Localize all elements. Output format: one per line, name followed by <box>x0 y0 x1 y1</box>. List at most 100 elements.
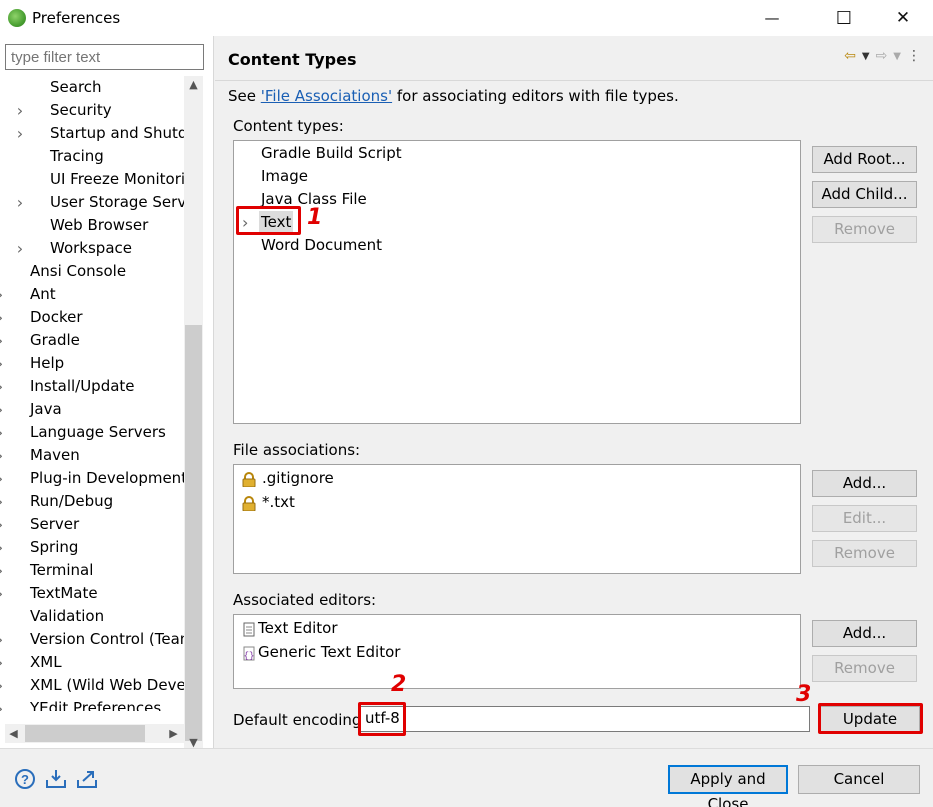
remove-content-type-button[interactable]: Remove <box>812 216 917 243</box>
lock-icon <box>242 471 256 488</box>
scroll-right-icon[interactable]: ▶ <box>165 725 182 742</box>
expand-chevron-icon[interactable]: › <box>0 490 6 513</box>
description: See 'File Associations' for associating … <box>228 87 679 105</box>
view-menu-icon[interactable]: ⋮ <box>907 48 921 64</box>
expand-chevron-icon[interactable]: › <box>14 99 26 122</box>
tree-item-label: Docker <box>30 308 83 326</box>
svg-text:{}: {} <box>244 651 255 661</box>
tree-item-label: Server <box>30 515 80 533</box>
expand-chevron-icon[interactable]: › <box>0 697 6 711</box>
import-icon[interactable] <box>45 768 67 790</box>
editor-label: Generic Text Editor <box>258 643 401 661</box>
expand-chevron-icon[interactable]: › <box>0 421 6 444</box>
expand-chevron-icon[interactable]: › <box>0 444 6 467</box>
annotation-number-2: 2 <box>391 672 407 697</box>
tree-item-label: Validation <box>30 607 105 625</box>
help-icon[interactable]: ? <box>14 768 36 790</box>
export-icon[interactable] <box>76 768 98 790</box>
expand-chevron-icon[interactable]: › <box>0 352 6 375</box>
tree-item-label: Run/Debug <box>30 492 114 510</box>
expand-chevron-icon[interactable]: › <box>0 306 6 329</box>
annotation-number-1: 1 <box>307 205 323 230</box>
expand-chevron-icon[interactable]: › <box>0 513 6 536</box>
filter-input[interactable] <box>5 44 204 70</box>
description-prefix: See <box>228 87 261 105</box>
tree-horizontal-scrollbar[interactable]: ◀ ▶ <box>5 724 184 743</box>
tree-vertical-scrollbar[interactable]: ▲ ▼ <box>184 76 203 751</box>
tree-item-label: Maven <box>30 446 80 464</box>
expand-chevron-icon[interactable]: › <box>0 398 6 421</box>
tree-item-label: Security <box>50 101 112 119</box>
file-association-label: *.txt <box>262 493 295 511</box>
tree-item-label: TextMate <box>30 584 98 602</box>
window-title: Preferences <box>32 9 121 27</box>
tree-item-label: Plug-in Development <box>30 469 184 487</box>
title-separator <box>215 80 933 81</box>
generic-editor-icon: {} <box>242 645 256 661</box>
svg-text:?: ? <box>21 772 29 787</box>
minimize-button[interactable]: — <box>749 0 795 36</box>
default-encoding-label: Default encoding: <box>233 711 367 729</box>
remove-editor-button[interactable]: Remove <box>812 655 917 682</box>
scroll-left-icon[interactable]: ◀ <box>5 725 22 742</box>
maximize-button[interactable]: ☐ <box>821 0 867 36</box>
add-file-association-button[interactable]: Add... <box>812 470 917 497</box>
remove-file-association-button[interactable]: Remove <box>812 540 917 567</box>
file-associations-label: File associations: <box>233 441 361 459</box>
expand-chevron-icon[interactable]: › <box>0 628 6 651</box>
close-button[interactable]: ✕ <box>880 0 926 36</box>
tree-item-label: Install/Update <box>30 377 135 395</box>
content-type-label: Gradle Build Script <box>261 144 402 162</box>
forward-dropdown-icon[interactable]: ▼ <box>893 51 901 62</box>
associated-editors-list[interactable]: Text Editor {} Generic Text Editor <box>233 614 801 689</box>
tree-item-label: YEdit Preferences <box>30 699 162 711</box>
expand-chevron-icon[interactable]: › <box>0 651 6 674</box>
add-root-button[interactable]: Add Root... <box>812 146 917 173</box>
description-suffix: for associating editors with file types. <box>392 87 679 105</box>
expand-chevron-icon[interactable]: › <box>0 674 6 697</box>
expand-chevron-icon[interactable]: › <box>0 329 6 352</box>
edit-file-association-button[interactable]: Edit... <box>812 505 917 532</box>
file-associations-link[interactable]: 'File Associations' <box>261 87 392 105</box>
scroll-thumb[interactable] <box>185 325 202 741</box>
annotation-box-text <box>236 206 301 235</box>
preferences-navigation: Search › Security › Startup and Shutdo Tracin… <box>0 36 214 751</box>
expand-chevron-icon[interactable]: › <box>0 559 6 582</box>
forward-arrow-icon[interactable]: ⇨ <box>876 48 888 64</box>
tree-item-label: Web Browser <box>50 216 149 234</box>
expand-chevron-icon[interactable]: › <box>14 122 26 145</box>
expand-chevron-icon[interactable]: › <box>0 283 6 306</box>
content-type-label: Word Document <box>261 236 383 254</box>
title-bar: Preferences — ☐ ✕ <box>0 0 933 36</box>
default-encoding-input[interactable]: utf-8 <box>360 706 810 732</box>
tree-item-label: Startup and Shutdo <box>50 124 184 142</box>
expand-chevron-icon[interactable]: › <box>0 582 6 605</box>
file-associations-list[interactable]: .gitignore *.txt <box>233 464 801 574</box>
apply-and-close-button[interactable]: Apply and Close <box>668 765 788 807</box>
expand-chevron-icon[interactable]: › <box>0 467 6 490</box>
annotation-box-update <box>818 703 923 734</box>
tree-item-label: Version Control (Team <box>30 630 184 648</box>
add-child-button[interactable]: Add Child... <box>812 181 917 208</box>
back-arrow-icon[interactable]: ⇦ <box>844 48 856 64</box>
annotation-number-3: 3 <box>796 682 812 707</box>
lock-icon <box>242 495 256 512</box>
spring-app-icon <box>8 9 26 27</box>
expand-chevron-icon[interactable]: › <box>0 375 6 398</box>
page-title: Content Types <box>228 50 357 69</box>
tree-item-label: Java <box>30 400 62 418</box>
tree-item-label: Ansi Console <box>30 262 127 280</box>
expand-chevron-icon[interactable]: › <box>0 536 6 559</box>
expand-chevron-icon[interactable]: › <box>14 237 26 260</box>
cancel-button[interactable]: Cancel <box>798 765 920 794</box>
editor-label: Text Editor <box>258 619 338 637</box>
scroll-up-icon[interactable]: ▲ <box>185 76 202 93</box>
back-dropdown-icon[interactable]: ▼ <box>862 51 870 62</box>
content-types-tree[interactable]: Gradle Build Script Image Java Class File ›… <box>233 140 801 424</box>
annotation-box-encoding <box>358 702 406 736</box>
expand-chevron-icon[interactable]: › <box>14 191 26 214</box>
add-editor-button[interactable]: Add... <box>812 620 917 647</box>
tree-item-label: Spring <box>30 538 79 556</box>
scroll-thumb-horizontal[interactable] <box>25 725 145 742</box>
tree-item-label: User Storage Servic <box>50 193 184 211</box>
